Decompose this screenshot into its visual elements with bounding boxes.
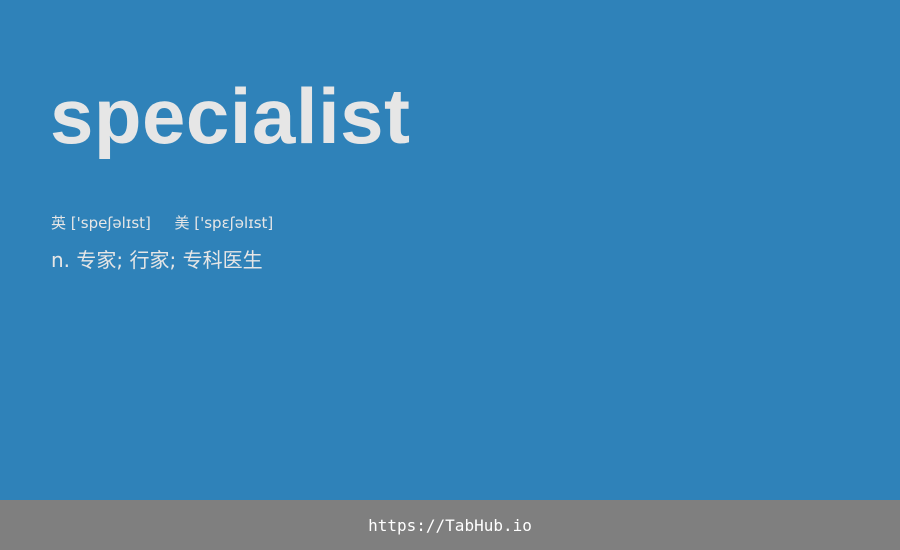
headword: specialist [50,72,411,160]
footer-bar: https://TabHub.io [0,500,900,550]
uk-label: 英 [51,214,67,232]
phonetics-row: 英 ['speʃəlɪst] 美 ['spɛʃəlɪst] [51,212,273,234]
uk-phonetic: ['speʃəlɪst] [70,214,151,232]
us-label: 美 [174,214,190,232]
us-phonetic: ['spɛʃəlɪst] [194,214,274,232]
definition: n. 专家; 行家; 专科医生 [51,248,263,272]
word-card: specialist 英 ['speʃəlɪst] 美 ['spɛʃəlɪst]… [0,0,900,500]
tabhub-link[interactable]: https://TabHub.io [368,516,532,535]
